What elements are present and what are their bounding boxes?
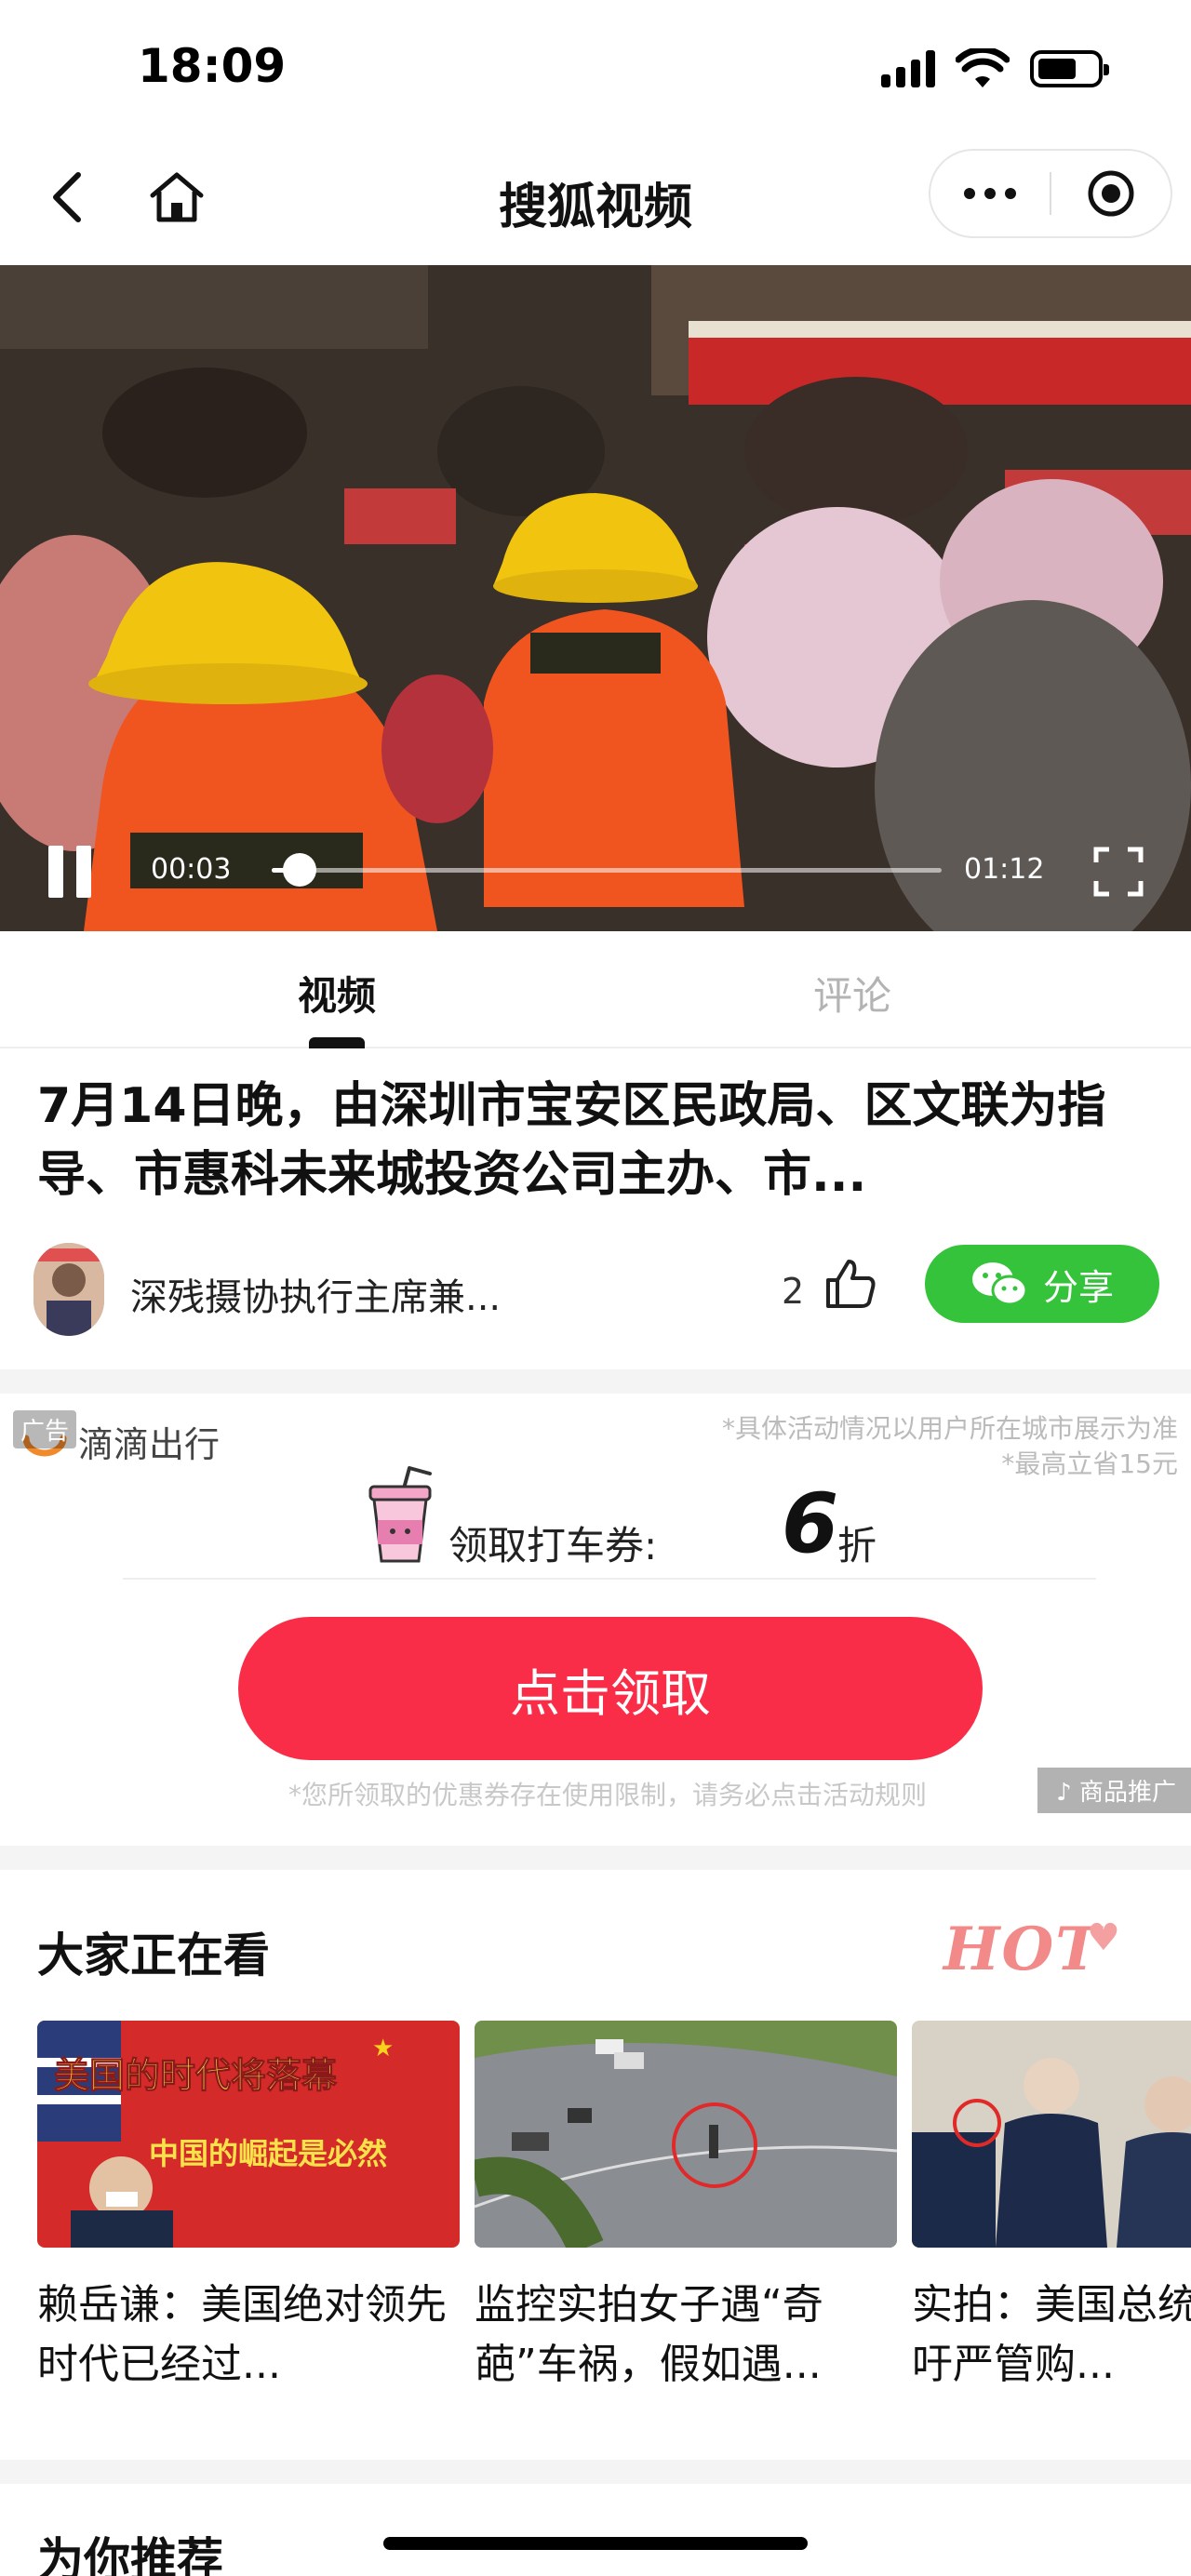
status-time: 18:09 (138, 39, 287, 93)
ad-note: *具体活动情况以用户所在城市展示为准 (721, 1413, 1178, 1444)
content-tabs: 视频 评论 (0, 931, 1191, 1048)
total-time: 01:12 (964, 853, 1045, 886)
author-row: 深残摄协执行主席兼... 2 分享 (33, 1239, 1159, 1341)
wifi-icon (956, 48, 1010, 87)
home-indicator[interactable] (383, 2537, 808, 2550)
section-divider (0, 2460, 1191, 2484)
coupon-label: 领取打车券: (448, 1523, 658, 1568)
ad-badge: 广告 (13, 1410, 77, 1448)
ad-disclaimer: *您所领取的优惠券存在使用限制，请务必点击活动规则 (288, 1780, 928, 1810)
trending-thumbnail (475, 2021, 897, 2248)
status-icons (881, 48, 1109, 89)
hot-badge: HOT (943, 1915, 1102, 1984)
author-name[interactable]: 深残摄协执行主席兼... (130, 1267, 501, 1321)
battery-icon (1030, 50, 1109, 87)
progress-bar[interactable] (272, 853, 942, 887)
video-player[interactable]: 00:03 01:12 (0, 265, 1191, 931)
video-title: 7月14日晚，由深圳市宝安区民政局、区文联为指导、市惠科未来城投资公司主办、市.… (37, 1078, 1106, 1203)
progress-handle[interactable] (283, 853, 317, 887)
tab-indicator (309, 1037, 365, 1048)
fullscreen-icon[interactable] (1091, 844, 1146, 900)
avatar[interactable] (33, 1243, 104, 1336)
section-divider (0, 1846, 1191, 1870)
wechat-icon (971, 1262, 1028, 1306)
thumbnail-subheadline: 中国的崛起是必然 (149, 2136, 388, 2171)
tab-video[interactable]: 视频 (188, 965, 486, 1021)
trending-card[interactable]: ★ 美国的时代将落幕 中国的崛起是必然 赖岳谦：美国绝对领先时代已经过... (37, 2021, 460, 2395)
ad-brand: 滴滴出行 (78, 1424, 221, 1465)
recommend-title: 为你推荐 (37, 2533, 223, 2576)
video-controls: 00:03 01:12 (0, 810, 1191, 931)
share-label: 分享 (1042, 1266, 1114, 1308)
product-promo-tag: ♪ 商品推广 (1037, 1768, 1191, 1813)
trending-card[interactable]: 监控实拍女子遇“奇葩”车祸，假如遇... (475, 2021, 897, 2395)
trending-thumbnail: ★ 美国的时代将落幕 中国的崛起是必然 (37, 2021, 460, 2248)
miniprogram-capsule (929, 149, 1172, 238)
ad-note: *最高立省15元 (1001, 1448, 1178, 1479)
claim-coupon-button[interactable]: 点击领取 (238, 1617, 983, 1760)
status-bar: 18:09 (0, 0, 1191, 140)
trending-title: 大家正在看 (37, 1929, 270, 1982)
ad-divider (123, 1578, 1096, 1580)
trending-list: ★ 美国的时代将落幕 中国的崛起是必然 赖岳谦：美国绝对领先时代已经过... 监… (37, 2021, 1191, 2411)
target-icon (1088, 170, 1134, 217)
heart-icon: ♥ (1087, 1916, 1120, 1959)
trending-caption: 监控实拍女子遇“奇葩”车祸，假如遇... (475, 2281, 823, 2388)
trending-card[interactable]: 实拍：美国总统拜登呼吁严管购... (912, 2021, 1191, 2395)
section-divider (0, 1369, 1191, 1394)
more-button[interactable] (930, 149, 1050, 238)
coupon-value: 6 (782, 1475, 839, 1571)
close-miniprogram-button[interactable] (1051, 149, 1171, 238)
nav-bar: 搜狐视频 (0, 140, 1191, 265)
share-button[interactable]: 分享 (925, 1245, 1159, 1323)
drink-cup-icon (368, 1466, 432, 1563)
thumbs-up-icon[interactable] (821, 1254, 880, 1314)
svg-text:★: ★ (372, 2035, 394, 2062)
thumbnail-headline: 美国的时代将落幕 (53, 2055, 338, 2097)
like-count: 2 (782, 1271, 805, 1312)
trending-caption: 赖岳谦：美国绝对领先时代已经过... (37, 2281, 447, 2388)
cellular-signal-icon (881, 50, 935, 87)
tab-comments[interactable]: 评论 (703, 965, 1001, 1021)
pause-button[interactable] (48, 846, 100, 903)
trending-thumbnail (912, 2021, 1191, 2248)
coupon-unit: 折 (837, 1523, 877, 1568)
trending-caption: 实拍：美国总统拜登呼吁严管购... (912, 2281, 1191, 2388)
current-time: 00:03 (151, 853, 232, 886)
ad-banner[interactable]: 广告 滴滴出行 *具体活动情况以用户所在城市展示为准 *最高立省15元 领取打车… (0, 1395, 1191, 1842)
